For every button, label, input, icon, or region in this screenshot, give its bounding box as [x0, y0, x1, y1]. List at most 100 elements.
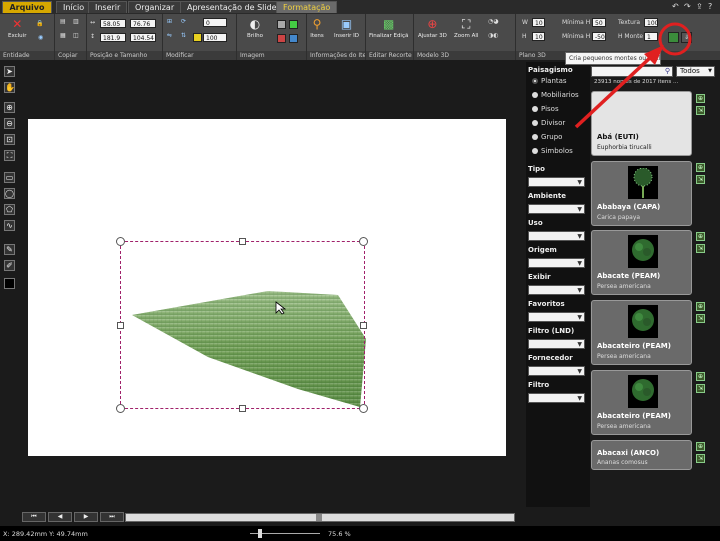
filtro-lnd-select[interactable]: ▼: [528, 339, 585, 349]
tab-inserir[interactable]: Inserir: [88, 1, 128, 13]
hand-icon[interactable]: ✋: [4, 82, 15, 93]
w-input[interactable]: 10: [532, 18, 545, 27]
paste-icon[interactable]: ▥: [73, 18, 79, 26]
catalog-item[interactable]: Abacaxi (ANCO) Ananas comosus: [591, 440, 692, 470]
resize-handle-top-left[interactable]: [116, 237, 125, 246]
insert-item-icon[interactable]: ⇲: [696, 175, 705, 184]
y-position-icon: ↕: [90, 33, 96, 40]
filtro-select[interactable]: ▼: [528, 393, 585, 403]
radio-grupo[interactable]: Grupo: [532, 133, 562, 142]
catalog-item[interactable]: Abacate (PEAM) Persea americana: [591, 230, 692, 295]
contrast-icon[interactable]: [277, 20, 286, 29]
zoom-item-icon[interactable]: ⊕: [696, 163, 705, 172]
tab-arquivo[interactable]: Arquivo: [2, 1, 52, 13]
pointer-icon[interactable]: ➤: [4, 66, 15, 77]
insert-item-icon[interactable]: ⇲: [696, 244, 705, 253]
uso-select[interactable]: ▼: [528, 231, 585, 241]
delete-icon: ✕: [12, 16, 23, 31]
next-slide-button[interactable]: ▶: [74, 512, 98, 522]
rotation-input[interactable]: 0: [203, 18, 227, 27]
itens-button[interactable]: ⚲ Itens: [310, 17, 324, 40]
mirror-icon[interactable]: ◫: [73, 32, 79, 40]
h-input[interactable]: 10: [532, 32, 545, 41]
previous-slide-button[interactable]: ◀: [48, 512, 72, 522]
excluir-button[interactable]: ✕ Excluir: [8, 17, 26, 40]
ajustar-3d-button[interactable]: ⊕ Ajustar 3D: [418, 17, 447, 40]
finalizar-edicao-button[interactable]: ▩ Finalizar Ediçã: [369, 17, 408, 40]
color-balance-icon[interactable]: [277, 34, 286, 43]
duplicate-icon[interactable]: ▦: [60, 32, 66, 40]
zoom-all-button[interactable]: ⛶ Zoom All: [454, 17, 478, 40]
insert-item-icon[interactable]: ⇲: [696, 454, 705, 463]
catalog-item[interactable]: Abacateiro (PEAM) Persea americana: [591, 300, 692, 365]
lock-icon[interactable]: 🔒: [36, 20, 43, 28]
exibir-select[interactable]: ▼: [528, 285, 585, 295]
brush-icon[interactable]: ✐: [4, 260, 15, 271]
rectangle-icon[interactable]: ▭: [4, 172, 15, 183]
resize-handle-top[interactable]: [239, 238, 246, 245]
zoom-in-icon[interactable]: ⊕: [4, 102, 15, 113]
zoom-out-icon[interactable]: ⊖: [4, 118, 15, 129]
zoom-slider[interactable]: [250, 529, 320, 538]
rotate-icon[interactable]: ⟳: [181, 18, 186, 26]
eyedropper-icon[interactable]: ✎: [4, 244, 15, 255]
radio-simbolos[interactable]: Simbolos: [532, 147, 573, 156]
align-icon[interactable]: ⊞: [167, 18, 172, 26]
copy-icon[interactable]: ▤: [60, 18, 66, 26]
color-icon[interactable]: [193, 33, 202, 42]
catalog-item[interactable]: Ababaya (CAPA) Carica papaya: [591, 161, 692, 226]
horizontal-scrollbar[interactable]: [125, 513, 515, 522]
insert-item-icon[interactable]: ⇲: [696, 314, 705, 323]
order-icon[interactable]: ⇅: [181, 32, 186, 40]
chevron-down-icon: ▼: [577, 341, 582, 348]
orbit-icon[interactable]: ◔◕: [488, 18, 498, 26]
zoom-item-icon[interactable]: ⊕: [696, 442, 705, 451]
resize-handle-bottom-left[interactable]: [116, 404, 125, 413]
resize-handle-top-right[interactable]: [359, 237, 368, 246]
first-slide-button[interactable]: ⏮: [22, 512, 46, 522]
color-swatch-icon[interactable]: [4, 278, 15, 289]
tipo-select[interactable]: ▼: [528, 177, 585, 187]
pan-icon[interactable]: ◑◐: [488, 32, 498, 40]
opacity-input[interactable]: 100: [203, 33, 227, 42]
zoom-slider-thumb[interactable]: [258, 529, 262, 538]
crop-icon[interactable]: [289, 20, 298, 29]
resize-handle-right[interactable]: [360, 322, 367, 329]
x-input[interactable]: 58.05: [100, 19, 126, 28]
zoom-item-icon[interactable]: ⊕: [696, 372, 705, 381]
width-input[interactable]: 76.76: [130, 19, 156, 28]
zoom-item-icon[interactable]: ⊕: [696, 232, 705, 241]
y-input[interactable]: 181.9: [100, 33, 126, 42]
tab-inicio[interactable]: Início: [56, 1, 92, 13]
fornecedor-select[interactable]: ▼: [528, 366, 585, 376]
resize-handle-bottom-right[interactable]: [359, 404, 368, 413]
flip-icon[interactable]: ⇋: [167, 32, 172, 40]
inserir-id-button[interactable]: ▣ Inserir ID: [334, 17, 359, 40]
zoom-item-icon[interactable]: ⊕: [696, 302, 705, 311]
tab-apresentacao[interactable]: Apresentação de Slides: [180, 1, 288, 13]
zoom-window-icon[interactable]: ⊡: [4, 134, 15, 145]
insert-item-icon[interactable]: ⇲: [696, 384, 705, 393]
ambiente-select[interactable]: ▼: [528, 204, 585, 214]
scroll-thumb[interactable]: [316, 514, 322, 521]
resize-handle-bottom[interactable]: [239, 405, 246, 412]
favoritos-select[interactable]: ▼: [528, 312, 585, 322]
eye-icon[interactable]: ◉: [38, 34, 43, 42]
filter-icon[interactable]: [289, 34, 298, 43]
origem-select[interactable]: ▼: [528, 258, 585, 268]
group-label-modelo3d: Modelo 3D: [414, 51, 515, 60]
brilho-button[interactable]: ◐ Brilho: [247, 17, 263, 40]
ellipse-icon[interactable]: ◯: [4, 188, 15, 199]
curve-icon[interactable]: ∿: [4, 220, 15, 231]
selection-frame[interactable]: [116, 237, 368, 413]
polygon-icon[interactable]: ⬠: [4, 204, 15, 215]
height-input[interactable]: 104.54: [130, 33, 156, 42]
catalog-item[interactable]: Abacateiro (PEAM) Persea americana: [591, 370, 692, 435]
zoom-fit-icon[interactable]: ⛶: [4, 150, 15, 161]
finish-edit-icon: ▩: [383, 16, 395, 31]
tab-organizar[interactable]: Organizar: [128, 1, 182, 13]
radio-pisos[interactable]: Pisos: [532, 105, 559, 114]
last-slide-button[interactable]: ⏭: [100, 512, 124, 522]
tab-formatacao[interactable]: Formatação: [276, 1, 338, 13]
resize-handle-left[interactable]: [117, 322, 124, 329]
